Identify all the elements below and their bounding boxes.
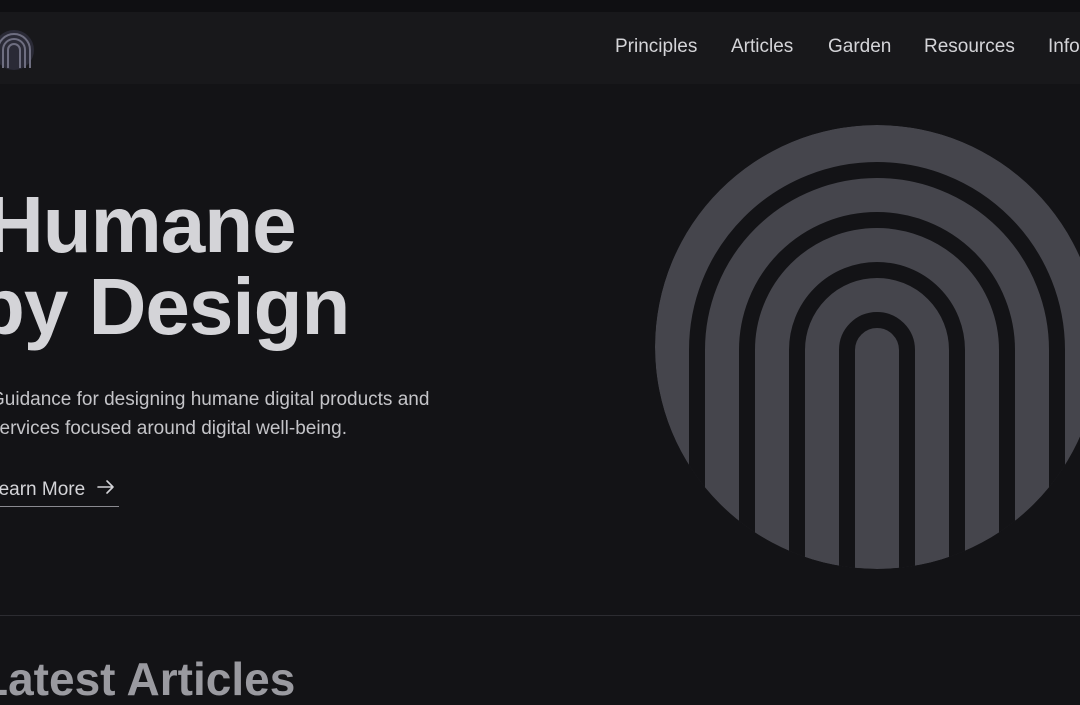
top-strip [0, 0, 1080, 12]
hero-title-line1: Humane [0, 180, 297, 269]
latest-articles-heading: Latest Articles [0, 653, 296, 705]
learn-more-label: Learn More [0, 479, 86, 500]
hero-description: Guidance for designing humane digital pr… [0, 389, 430, 439]
arrow-right-icon [97, 479, 115, 501]
navbar: Principles Articles Garden Resources Inf… [0, 12, 1080, 84]
fingerprint-emblem-icon [655, 125, 1080, 570]
nav-link-resources[interactable]: Resources [924, 36, 1015, 58]
section-divider [0, 615, 1080, 616]
nav-link-articles[interactable]: Articles [731, 36, 793, 58]
learn-more-link[interactable]: Learn More [0, 474, 120, 507]
nav-link-info[interactable]: Info [1048, 36, 1080, 58]
nav-link-principles[interactable]: Principles [615, 36, 697, 58]
nav-link-garden[interactable]: Garden [828, 36, 891, 58]
fingerprint-logo-icon[interactable] [0, 28, 36, 72]
hero-title-line2: by Design [0, 262, 350, 351]
